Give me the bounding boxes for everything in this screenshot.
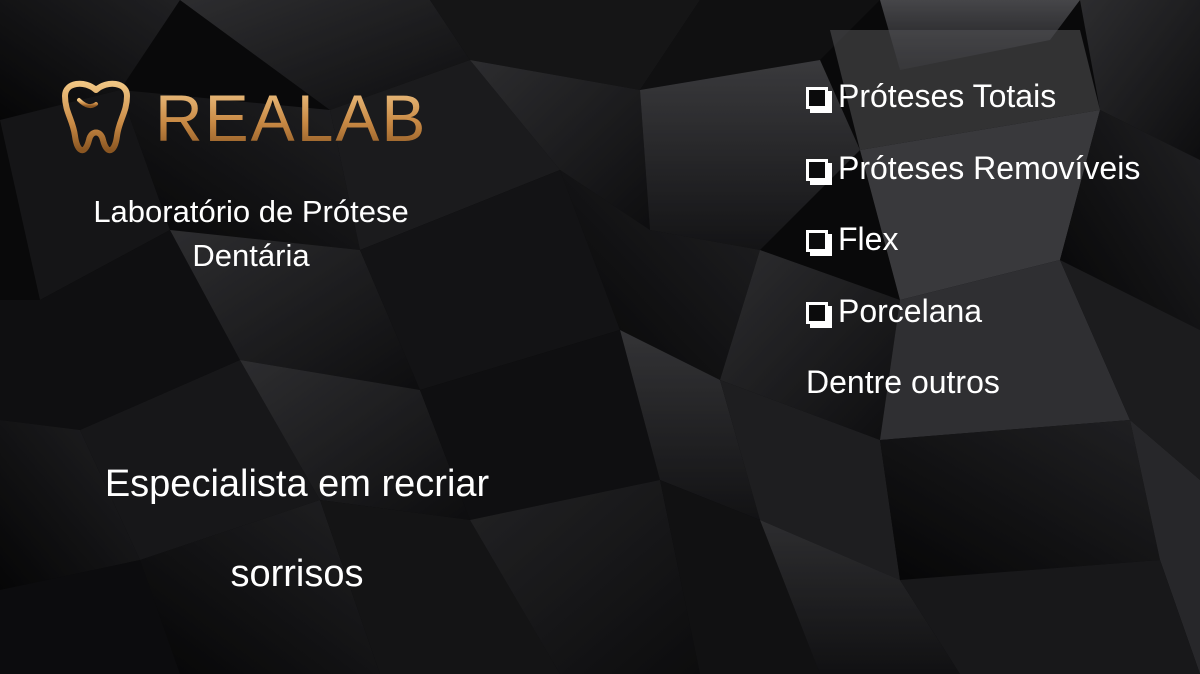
services-list: Próteses Totais Próteses Removíveis Flex…: [806, 74, 1140, 360]
checkbox-icon: [806, 87, 828, 109]
checkbox-icon: [806, 301, 828, 324]
brand-name: REALAB: [155, 81, 428, 155]
service-item: Flex: [806, 217, 1140, 289]
service-item: Porcelana: [806, 289, 1140, 361]
slogan-line-1: Especialista em recriar: [104, 463, 490, 505]
service-item: Próteses Totais: [806, 74, 1140, 146]
service-label: Próteses Totais: [838, 78, 1057, 114]
service-label: Porcelana: [838, 292, 983, 329]
tooth-icon: [62, 80, 130, 153]
slogan-line-2: sorrisos: [230, 553, 364, 595]
brand-tagline: Laboratório de Prótese Dentária: [93, 194, 409, 273]
service-label: Próteses Removíveis: [838, 149, 1141, 186]
checkbox-icon: [806, 230, 828, 252]
checkbox-icon: [806, 158, 828, 181]
service-label: Flex: [838, 221, 899, 257]
service-item: Próteses Removíveis: [806, 146, 1140, 218]
others-label: Dentre outros: [806, 364, 1000, 400]
